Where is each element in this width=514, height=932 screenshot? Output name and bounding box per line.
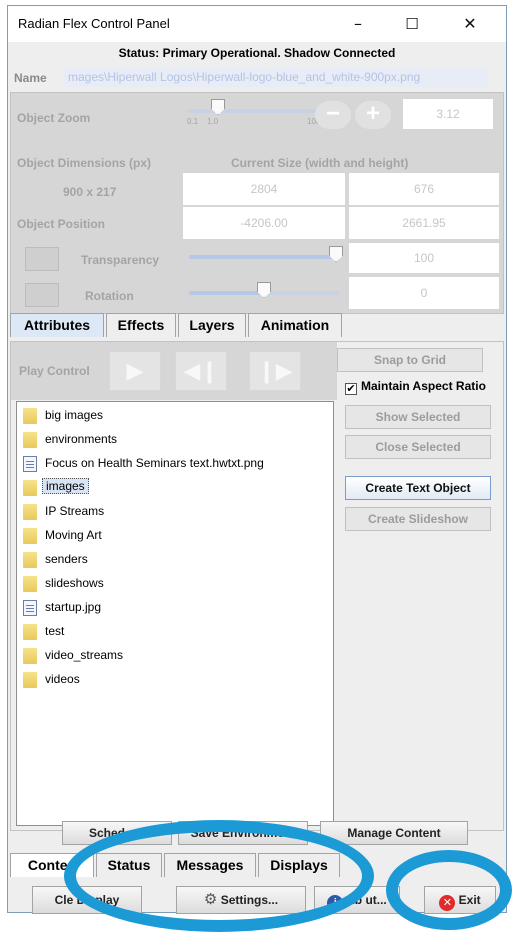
play-button[interactable]: ▶ bbox=[109, 351, 161, 391]
tab-content[interactable]: Conte t bbox=[10, 853, 94, 877]
maximize-button[interactable]: ☐ bbox=[392, 12, 432, 36]
transparency-icon bbox=[25, 247, 59, 271]
create-slideshow-button[interactable]: Create Slideshow bbox=[345, 507, 491, 531]
settings-button[interactable]: ⚙ Settings... bbox=[176, 886, 306, 914]
dimensions-label: Object Dimensions (px) bbox=[17, 156, 152, 170]
folder-icon bbox=[23, 672, 37, 688]
folder-icon bbox=[23, 408, 37, 424]
transparency-value-field[interactable]: 100 bbox=[349, 243, 499, 273]
name-row: Name mages\Hiperwall Logos\Hiperwall-log… bbox=[8, 68, 506, 88]
tab-status[interactable]: Status bbox=[96, 853, 162, 877]
close-selected-button[interactable]: Close Selected bbox=[345, 435, 491, 459]
save-environment-button[interactable]: Save Environment bbox=[178, 821, 308, 845]
zoom-value-field[interactable]: 3.12 bbox=[403, 99, 493, 129]
list-item[interactable]: environments bbox=[17, 428, 333, 450]
window-title: Radian Flex Control Panel bbox=[18, 16, 170, 31]
create-text-object-button[interactable]: Create Text Object bbox=[345, 476, 491, 500]
exit-label: Exit bbox=[458, 893, 481, 907]
show-selected-button[interactable]: Show Selected bbox=[345, 405, 491, 429]
folder-icon bbox=[23, 624, 37, 640]
folder-icon bbox=[23, 504, 37, 520]
list-item[interactable]: Focus on Health Seminars text.hwtxt.png bbox=[17, 452, 333, 474]
minimize-button[interactable]: – bbox=[338, 12, 378, 36]
list-item[interactable]: Moving Art bbox=[17, 524, 333, 546]
zoom-slider-track[interactable] bbox=[187, 109, 323, 113]
maintain-aspect-ratio-label: Maintain Aspect Ratio bbox=[361, 379, 486, 393]
file-list[interactable]: big images environments Focus on Health … bbox=[16, 401, 334, 826]
list-item[interactable]: videos bbox=[17, 668, 333, 690]
list-item[interactable]: test bbox=[17, 620, 333, 642]
exit-button[interactable]: ✕ Exit bbox=[424, 886, 496, 914]
play-control-strip: Play Control ▶ ◀❙ ❙▶ bbox=[11, 342, 337, 400]
folder-icon bbox=[23, 528, 37, 544]
rotation-slider-fill bbox=[189, 291, 264, 295]
file-icon bbox=[23, 456, 37, 472]
step-forward-icon: ❙▶ bbox=[257, 358, 293, 383]
object-zoom-label: Object Zoom bbox=[17, 111, 91, 125]
folder-icon bbox=[23, 576, 37, 592]
schedule-button[interactable]: Sched e... bbox=[62, 821, 172, 845]
zoom-tick-one: 1.0 bbox=[207, 117, 219, 126]
transparency-slider-fill bbox=[189, 255, 339, 259]
position-x-field[interactable]: -4206.00 bbox=[183, 207, 345, 239]
tab-effects[interactable]: Effects bbox=[106, 313, 176, 337]
transparency-slider-thumb[interactable] bbox=[329, 246, 343, 262]
name-field[interactable]: mages\Hiperwall Logos\Hiperwall-logo-blu… bbox=[64, 68, 488, 87]
position-label: Object Position bbox=[17, 217, 106, 231]
transparency-label: Transparency bbox=[81, 253, 160, 267]
dimensions-value: 900 x 217 bbox=[63, 185, 117, 199]
zoom-tick-min: 0.1 bbox=[187, 117, 199, 126]
folder-icon bbox=[23, 552, 37, 568]
clear-display-button[interactable]: Cle Display bbox=[32, 886, 142, 914]
status-line: Status: Primary Operational. Shadow Conn… bbox=[118, 46, 396, 60]
exit-icon: ✕ bbox=[439, 895, 456, 911]
list-item[interactable]: images bbox=[17, 476, 333, 498]
step-back-icon: ◀❙ bbox=[183, 358, 219, 383]
list-item[interactable]: video_streams bbox=[17, 644, 333, 666]
list-item[interactable]: IP Streams bbox=[17, 500, 333, 522]
title-bar: Radian Flex Control Panel – ☐ ✕ bbox=[8, 6, 506, 42]
list-item[interactable]: slideshows bbox=[17, 572, 333, 594]
about-label: Ab ut... bbox=[346, 893, 387, 907]
folder-icon bbox=[23, 648, 37, 664]
snap-to-grid-button[interactable]: Snap to Grid bbox=[337, 348, 483, 372]
list-item[interactable]: startup.jpg bbox=[17, 596, 333, 618]
play-control-label: Play Control bbox=[19, 364, 90, 378]
control-panel-window: Radian Flex Control Panel – ☐ ✕ Status: … bbox=[7, 5, 507, 914]
folder-icon bbox=[23, 480, 37, 496]
current-height-field[interactable]: 676 bbox=[349, 173, 499, 205]
tab-animation[interactable]: Animation bbox=[248, 313, 342, 337]
gears-icon: ⚙ bbox=[203, 891, 218, 908]
current-width-field[interactable]: 2804 bbox=[183, 173, 345, 205]
maintain-aspect-ratio-checkbox[interactable]: ✔ bbox=[345, 383, 357, 395]
settings-label: Settings... bbox=[220, 893, 279, 907]
step-forward-button[interactable]: ❙▶ bbox=[249, 351, 301, 391]
list-item[interactable]: big images bbox=[17, 404, 333, 426]
tab-displays[interactable]: Displays bbox=[258, 853, 340, 877]
manage-content-button[interactable]: Manage Content bbox=[320, 821, 468, 845]
zoom-in-button[interactable]: + bbox=[355, 101, 391, 129]
info-icon: i bbox=[327, 895, 344, 911]
name-label: Name bbox=[14, 71, 47, 85]
rotation-value-field[interactable]: 0 bbox=[349, 277, 499, 309]
about-button[interactable]: i Ab ut... bbox=[314, 886, 400, 914]
tab-attributes[interactable]: Attributes bbox=[10, 313, 104, 337]
play-icon: ▶ bbox=[126, 358, 144, 383]
file-icon bbox=[23, 600, 37, 616]
folder-icon bbox=[23, 432, 37, 448]
attributes-panel: Object Zoom 0.1 1.0 100 − + 3.12 Object … bbox=[10, 92, 504, 314]
content-panel: Play Control ▶ ◀❙ ❙▶ Snap to Grid ✔ Maint… bbox=[10, 341, 504, 831]
rotation-label: Rotation bbox=[85, 289, 134, 303]
step-back-button[interactable]: ◀❙ bbox=[175, 351, 227, 391]
zoom-out-button[interactable]: − bbox=[315, 101, 351, 129]
position-y-field[interactable]: 2661.95 bbox=[349, 207, 499, 239]
maintain-aspect-ratio-row[interactable]: ✔ Maintain Aspect Ratio bbox=[345, 379, 486, 395]
rotation-slider-thumb[interactable] bbox=[257, 282, 271, 298]
list-item[interactable]: senders bbox=[17, 548, 333, 570]
close-button[interactable]: ✕ bbox=[450, 12, 490, 36]
rotation-icon bbox=[25, 283, 59, 307]
tab-layers[interactable]: Layers bbox=[178, 313, 246, 337]
tab-messages[interactable]: Messages bbox=[164, 853, 256, 877]
current-size-label: Current Size (width and height) bbox=[231, 156, 409, 170]
